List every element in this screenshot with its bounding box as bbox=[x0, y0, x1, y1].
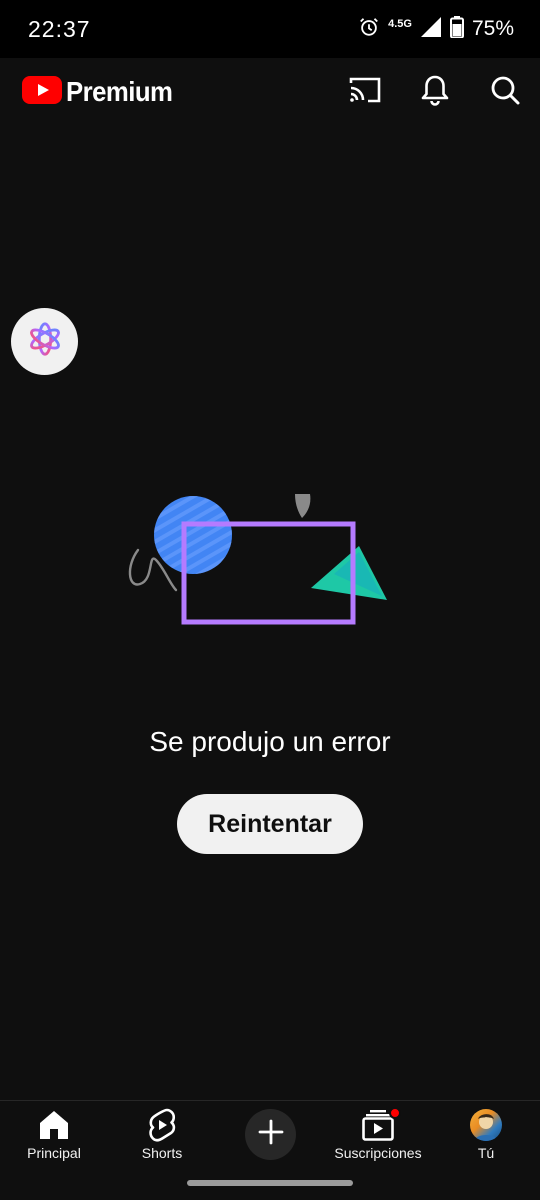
nav-label-you: Tú bbox=[477, 1145, 495, 1161]
youtube-premium-logo[interactable]: Premium bbox=[22, 75, 182, 109]
network-type: 4.5G bbox=[388, 18, 412, 30]
bell-icon bbox=[420, 74, 450, 111]
nav-item-you[interactable]: Tú bbox=[431, 1107, 540, 1167]
blue-circle-shape bbox=[154, 496, 232, 574]
nav-label-home: Principal bbox=[27, 1145, 81, 1161]
nav-item-home[interactable]: Principal bbox=[0, 1107, 109, 1167]
cast-icon bbox=[348, 75, 382, 110]
plus-icon bbox=[258, 1119, 284, 1150]
gesture-home-indicator[interactable] bbox=[187, 1180, 353, 1186]
home-icon bbox=[37, 1107, 71, 1143]
status-time: 22:37 bbox=[28, 15, 91, 42]
sparkle-flower-icon bbox=[26, 320, 64, 363]
error-illustration bbox=[128, 494, 387, 625]
error-message: Se produjo un error bbox=[149, 726, 391, 757]
header-actions bbox=[348, 75, 522, 109]
gray-drop-shape bbox=[295, 494, 311, 518]
app-header: Premium bbox=[0, 58, 540, 126]
cast-button[interactable] bbox=[348, 75, 382, 109]
status-bar: 22:37 4.5G 75% bbox=[0, 0, 540, 58]
youtube-logo-icon bbox=[22, 75, 62, 109]
subscriptions-icon bbox=[361, 1107, 401, 1143]
avatar-wrapper bbox=[470, 1107, 502, 1143]
notification-dot bbox=[389, 1107, 401, 1119]
alarm-icon bbox=[358, 16, 380, 43]
teal-triangle-shape bbox=[311, 546, 387, 600]
nav-item-shorts[interactable]: Shorts bbox=[107, 1107, 217, 1167]
nav-label-subscriptions: Suscripciones bbox=[334, 1145, 422, 1161]
status-indicators: 4.5G 75% bbox=[358, 15, 514, 43]
brand-label: Premium bbox=[66, 76, 173, 107]
notifications-button[interactable] bbox=[418, 75, 452, 109]
create-button[interactable] bbox=[245, 1109, 296, 1160]
search-icon bbox=[489, 74, 521, 111]
nav-item-subscriptions[interactable]: Suscripciones bbox=[323, 1107, 433, 1167]
nav-label-shorts: Shorts bbox=[141, 1145, 183, 1161]
signal-icon bbox=[420, 16, 442, 43]
battery-icon bbox=[449, 15, 464, 43]
search-button[interactable] bbox=[488, 75, 522, 109]
battery-percent: 75% bbox=[471, 17, 514, 40]
shorts-icon bbox=[148, 1107, 176, 1143]
retry-button[interactable]: Reintentar bbox=[177, 794, 363, 854]
ai-assistant-button[interactable] bbox=[11, 308, 78, 375]
avatar bbox=[470, 1109, 502, 1141]
